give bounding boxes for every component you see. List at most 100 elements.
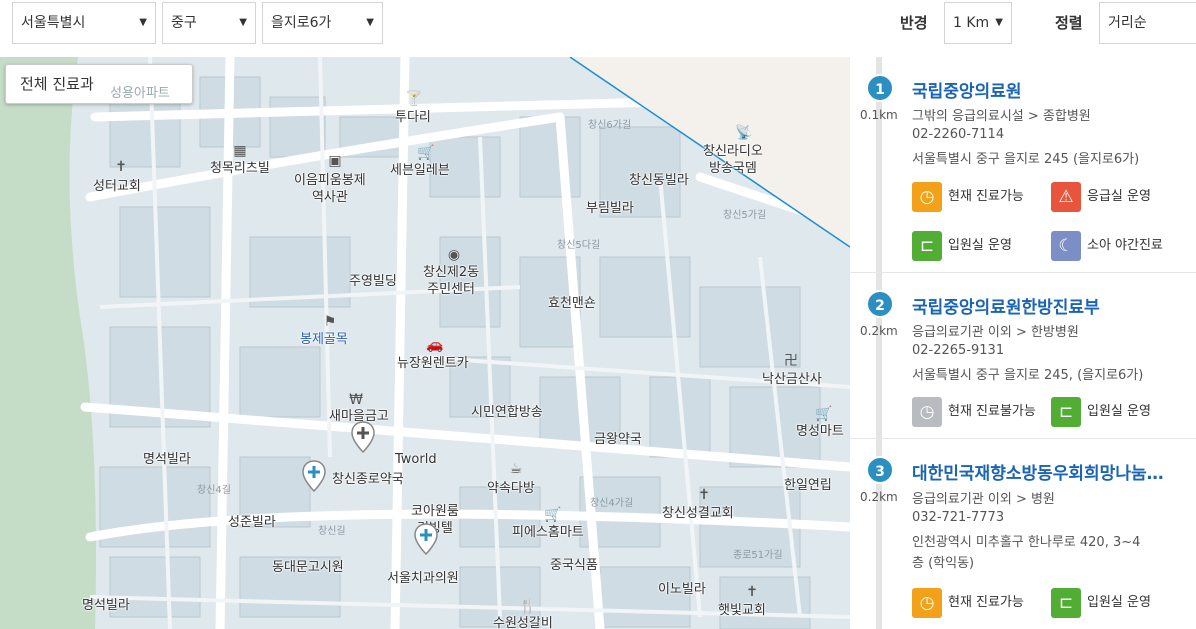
road-label: 창신길 <box>318 526 346 537</box>
result-address-line2: 층 (학익동) <box>912 556 975 571</box>
road-label: 창신6가길 <box>588 120 632 131</box>
dong-select[interactable]: 을지로6가 ▼ <box>262 2 383 44</box>
results-panel: 1 0.1km 국립중앙의료원 그밖의 응급의료시설 > 종합병원 02-226… <box>850 57 1196 629</box>
map-label: 햇빛교회 <box>718 603 766 618</box>
map-label: Tworld <box>395 452 437 467</box>
status-tag: ⚠ 응급실 운영 <box>1051 182 1151 212</box>
store-icon: 🛒 <box>544 507 562 523</box>
map-label: 약속다방 <box>487 481 535 496</box>
road-label: 창신5가길 <box>723 210 767 221</box>
sort-select[interactable]: 거리순 <box>1099 2 1196 44</box>
map-label: 창신동빌라 <box>629 173 689 188</box>
city-select-value: 서울특별시 <box>21 15 86 31</box>
road-label: 창신4길 <box>197 485 231 496</box>
map-label: 명석빌라 <box>143 452 191 467</box>
cafe-icon: ☕ <box>509 461 523 477</box>
museum-icon: ▣ <box>328 153 342 169</box>
church-icon: ✝ <box>746 584 758 600</box>
church-icon: ✝ <box>115 159 127 175</box>
flag-icon: ⚑ <box>323 314 337 330</box>
result-phone: 032-721-7773 <box>912 510 1005 525</box>
divider <box>850 272 1196 273</box>
result-name[interactable]: 국립중앙의료원 <box>912 77 1192 102</box>
chevron-down-icon: ▼ <box>995 17 1003 28</box>
temple-icon: 卍 <box>784 353 798 369</box>
map-view[interactable]: 전체 진료과 성용아파트 투다리 창신라디오 방송국뎀 성터교회 청목리츠빌 이… <box>0 57 850 629</box>
siren-icon: ⚠ <box>1051 182 1081 212</box>
result-distance: 0.2km <box>860 324 898 338</box>
status-tag: ⊏ 입원실 운영 <box>912 231 1012 261</box>
result-address: 서울특별시 중구 을지로 245 (을지로6가) <box>912 152 1140 167</box>
map-label: 한일연립 <box>784 478 832 493</box>
bed-icon: ⊏ <box>1051 588 1081 618</box>
result-phone: 02-2265-9131 <box>912 343 1005 358</box>
sort-label: 정렬 <box>1055 14 1083 32</box>
map-marker-1[interactable] <box>351 421 375 453</box>
map-label: 창신종로약국 <box>332 472 404 487</box>
map-label: 수원성갈비 <box>493 616 553 629</box>
result-phone: 02-2260-7114 <box>912 127 1005 142</box>
map-label: 시민연합방송 <box>471 405 543 420</box>
bank-icon: ₩ <box>349 392 363 408</box>
status-tag: ◷ 현재 진료가능 <box>912 182 1024 212</box>
map-label: 금왕약국 <box>594 432 642 447</box>
status-tag: ⊏ 입원실 운영 <box>1051 397 1151 427</box>
road-label: 창신4가길 <box>590 498 634 509</box>
map-marker-2[interactable] <box>302 460 326 492</box>
status-tag: ⊏ 입원실 운영 <box>1051 588 1151 618</box>
district-select-value: 중구 <box>171 15 197 31</box>
store-icon: 🛒 <box>815 406 833 422</box>
map-label: 낙산금산사 <box>762 372 822 387</box>
map-label: 서울치과의원 <box>387 571 459 586</box>
road-label: 종로51가길 <box>733 550 783 561</box>
chevron-down-icon: ▼ <box>366 17 374 28</box>
radius-select-value: 1 Km <box>953 15 990 31</box>
bed-icon: ⊏ <box>912 231 942 261</box>
result-name[interactable]: 국립중앙의료원한방진료부 <box>912 293 1192 318</box>
map-label: 이노빌라 <box>658 582 706 597</box>
status-tag: ◷ 현재 진료가능 <box>912 588 1024 618</box>
map-label: 창신제2동 주민센터 <box>423 265 480 297</box>
map-label: 명성마트 <box>796 424 844 439</box>
office-icon: ◉ <box>447 247 461 263</box>
result-item[interactable]: 3 0.2km 대한민국재향소방동우회희망나눔… 응급의료기관 이외 > 병원 … <box>850 438 1196 629</box>
map-label: 이음피움봉제 역사관 <box>294 173 366 205</box>
result-number: 1 <box>866 74 894 102</box>
result-number: 3 <box>866 456 894 484</box>
result-category: 응급의료기관 이외 > 병원 <box>912 492 1055 507</box>
dong-select-value: 을지로6가 <box>271 15 332 31</box>
map-label: 성터교회 <box>93 179 141 194</box>
church-icon: ✝ <box>698 487 710 503</box>
map-label: 창신라디오 방송국뎀 <box>703 144 763 176</box>
city-select[interactable]: 서울특별시 ▼ <box>12 2 156 44</box>
radius-label: 반경 <box>900 14 928 32</box>
sort-select-value: 거리순 <box>1108 15 1147 31</box>
result-distance: 0.1km <box>860 108 898 122</box>
map-label: 청목리츠빌 <box>210 161 270 176</box>
result-item[interactable]: 1 0.1km 국립중앙의료원 그밖의 응급의료시설 > 종합병원 02-226… <box>850 57 1196 272</box>
car-icon: 🚗 <box>426 337 444 353</box>
map-label: 명석빌라 <box>82 598 130 613</box>
road-label: 창신5다길 <box>557 240 601 251</box>
map-label: 부림빌라 <box>586 201 634 216</box>
result-number: 2 <box>866 290 894 318</box>
status-tag: ☾ 소아 야간진료 <box>1051 231 1163 261</box>
map-marker-3[interactable] <box>414 523 438 555</box>
result-name[interactable]: 대한민국재향소방동우회희망나눔… <box>912 459 1192 484</box>
bar-icon: 🍸 <box>405 91 423 107</box>
moon-icon: ☾ <box>1051 231 1081 261</box>
result-item[interactable]: 2 0.2km 국립중앙의료원한방진료부 응급의료기관 이외 > 한방병원 02… <box>850 272 1196 438</box>
map-label: 효천맨숀 <box>548 296 596 311</box>
result-address: 서울특별시 중구 을지로 245, (을지로6가) <box>912 368 1144 383</box>
chevron-down-icon: ▼ <box>239 17 247 28</box>
map-label: 동대문고시원 <box>272 560 344 575</box>
store-icon: 🛒 <box>417 145 435 161</box>
district-select[interactable]: 중구 ▼ <box>162 2 256 44</box>
radius-select[interactable]: 1 Km ▼ <box>944 2 1012 44</box>
clock-icon: ◷ <box>912 182 942 212</box>
map-label: 피에스홈마트 <box>512 525 584 540</box>
map-label: 성용아파트 <box>110 86 170 101</box>
bed-icon: ⊏ <box>1051 397 1081 427</box>
map-label: 성준빌라 <box>228 515 276 530</box>
clock-icon: ◷ <box>912 397 942 427</box>
